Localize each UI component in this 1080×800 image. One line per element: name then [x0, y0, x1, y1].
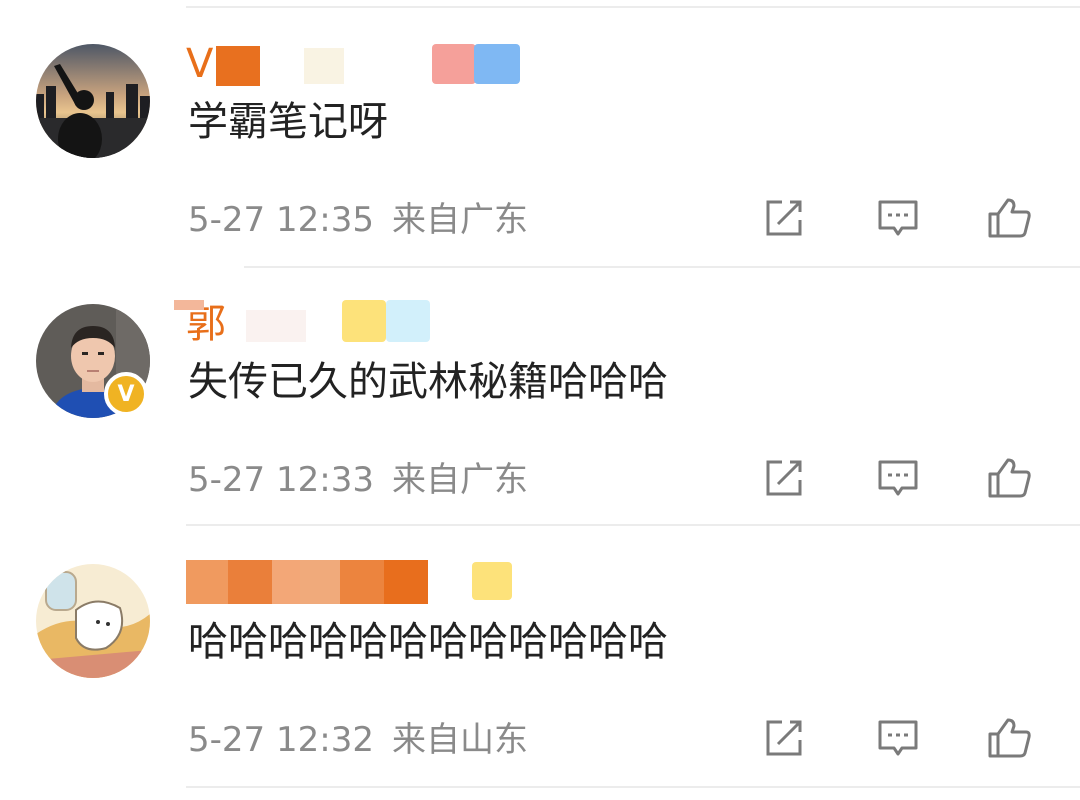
- reply-button[interactable]: [874, 454, 922, 502]
- blurred-name-segment: [216, 46, 260, 86]
- avatar[interactable]: [36, 564, 150, 678]
- blurred-name-segment: [246, 310, 306, 342]
- share-button[interactable]: [760, 194, 808, 242]
- comment-time: 5-27 12:35: [188, 200, 374, 240]
- comment-icon: [878, 460, 918, 496]
- blurred-name-segment: [304, 48, 344, 84]
- blurred-name-segment: [384, 560, 428, 604]
- user-badge: [386, 300, 430, 342]
- comment-item: 哈哈哈哈哈哈哈哈哈哈哈哈 5-27 12:32 来自山东: [0, 520, 1080, 780]
- comment-time: 5-27 12:32: [188, 720, 374, 760]
- like-button[interactable]: [986, 194, 1034, 242]
- blurred-name-segment: [430, 560, 432, 604]
- blurred-name-segment: [300, 560, 340, 604]
- blurred-name-segment: [228, 560, 272, 604]
- comment-icon: [878, 200, 918, 236]
- comment-meta: 5-27 12:35 来自广东: [188, 198, 528, 242]
- share-button[interactable]: [760, 714, 808, 762]
- comment-location: 来自广东: [391, 200, 528, 240]
- comment-icon: [878, 720, 918, 756]
- like-button[interactable]: [986, 714, 1034, 762]
- comment-item: V 学霸笔记呀 5-27 12:35 来自广东: [0, 0, 1080, 260]
- reply-button[interactable]: [874, 194, 922, 242]
- comment-time: 5-27 12:33: [188, 460, 374, 500]
- verified-badge: V: [104, 372, 148, 416]
- comment-divider: [186, 786, 1080, 788]
- comment-item: V 郭 失传已久的武林秘籍哈哈哈 5-27 12:33 来自广东: [0, 260, 1080, 520]
- user-badge: [342, 300, 386, 342]
- share-button[interactable]: [760, 454, 808, 502]
- user-badge: [472, 562, 512, 600]
- user-badge: [474, 44, 520, 84]
- blurred-name-segment: [186, 560, 228, 604]
- comment-meta: 5-27 12:32 来自山东: [188, 718, 528, 762]
- blurred-name-segment: [272, 560, 300, 604]
- username-text: V: [186, 41, 214, 87]
- comment-location: 来自山东: [391, 720, 528, 760]
- blurred-name-segment: [174, 300, 204, 310]
- user-badge: [432, 44, 476, 84]
- comment-text: 哈哈哈哈哈哈哈哈哈哈哈哈: [188, 619, 668, 665]
- comment-meta: 5-27 12:33 来自广东: [188, 458, 528, 502]
- thumbs-up-icon: [988, 198, 1031, 238]
- comment-text: 失传已久的武林秘籍哈哈哈: [188, 359, 668, 405]
- reply-button[interactable]: [874, 714, 922, 762]
- like-button[interactable]: [986, 454, 1034, 502]
- share-icon: [766, 720, 802, 756]
- blurred-name-segment: [340, 560, 384, 604]
- thumbs-up-icon: [988, 458, 1031, 498]
- comment-text: 学霸笔记呀: [188, 99, 388, 145]
- share-icon: [766, 460, 802, 496]
- share-icon: [766, 200, 802, 236]
- comment-location: 来自广东: [391, 460, 528, 500]
- thumbs-up-icon: [988, 718, 1031, 758]
- avatar[interactable]: [36, 44, 150, 158]
